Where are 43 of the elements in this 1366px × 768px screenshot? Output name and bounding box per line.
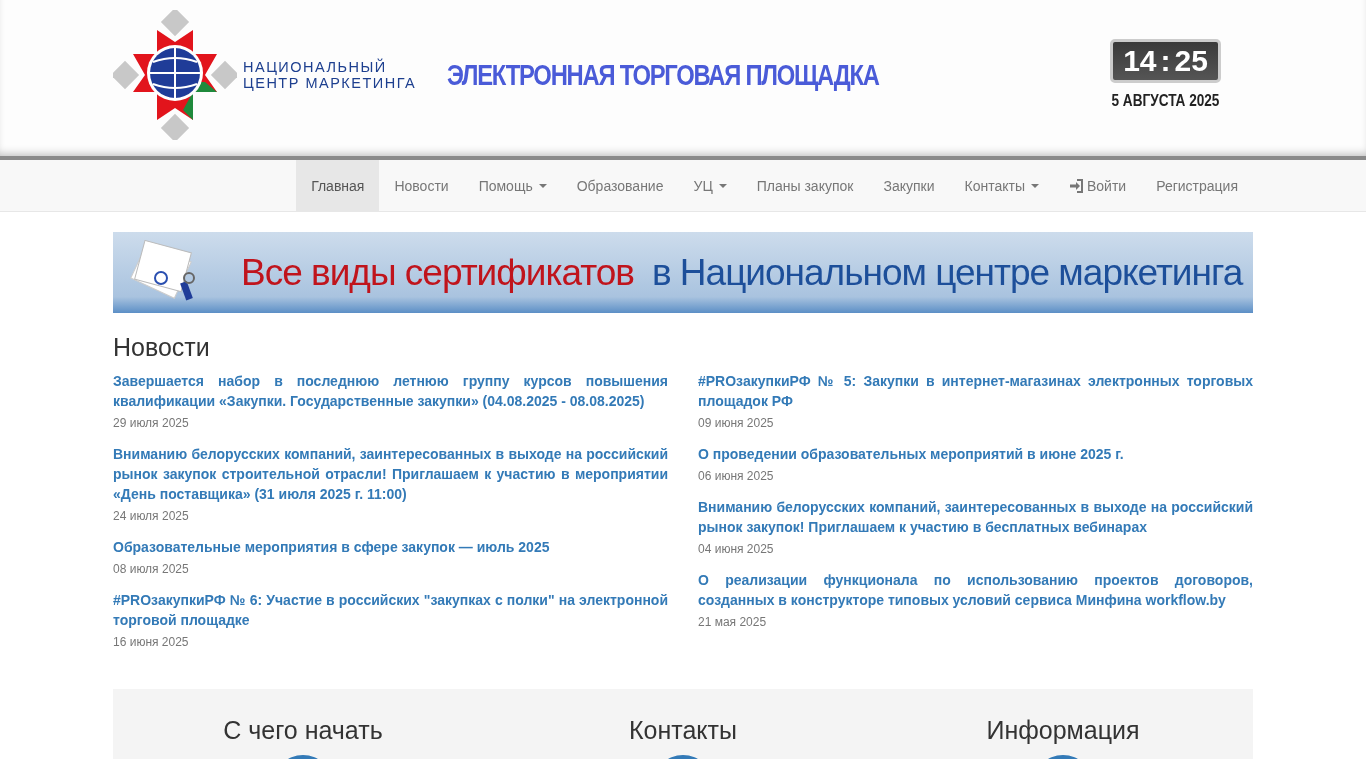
banner-text: Все виды сертификатов — [241, 251, 634, 294]
clock: 14:25 — [1110, 39, 1221, 83]
news-date: 08 июля 2025 — [113, 562, 190, 576]
nav-link[interactable]: Планы закупок — [741, 160, 869, 211]
news-date: 16 июня 2025 — [113, 635, 190, 649]
news-link[interactable]: #PROзакупкиРФ № 6: Участие в российских "закупках с полки" на электронной торговой площадке — [113, 590, 668, 630]
news-date: 09 июня 2025 — [698, 416, 775, 430]
news-link[interactable]: О реализации функционала по использованию проектов договоров, созданных в конструкторе типовых условий сервиса Минфина workflow.by — [698, 570, 1253, 610]
logo-text: ЦЕНТР МАРКЕТИНГА — [243, 75, 417, 91]
nav-link[interactable]: Контакты — [949, 160, 1054, 211]
date-text: 5 АВГУСТА 2025 — [1111, 91, 1220, 111]
nav-link[interactable]: Главная — [296, 160, 380, 211]
site-title: ЭЛЕКТРОННАЯ ТОРГОВАЯ ПЛОЩАДКА — [447, 58, 879, 92]
nav-link[interactable]: Новости — [379, 160, 464, 211]
news-date: 06 июня 2025 — [698, 469, 775, 483]
news-link[interactable]: Завершается набор в последнюю летнюю группу курсов повышения квалификации «Закупки. Государственные закупки» (04.08.2025 - 08.08.2025) — [113, 371, 668, 411]
nav-link[interactable]: Войти — [1053, 160, 1142, 211]
nav-link[interactable]: УЦ — [678, 160, 742, 211]
section-title: Информация — [986, 716, 1140, 745]
news-date: 24 июля 2025 — [113, 509, 190, 523]
news-link[interactable]: Вниманию белорусских компаний, заинтересованных в выходе на российский рынок закупок строительной отрасли! Приглашаем к участию в мероприятии «День поставщика» (31 июля 2025 г. 11:00) — [113, 444, 668, 504]
emblem-logo-icon — [113, 10, 237, 140]
news-date: 29 июля 2025 — [113, 416, 190, 430]
logo-text: НАЦИОНАЛЬНЫЙ — [243, 59, 388, 75]
news-link[interactable]: Вниманию белорусских компаний, заинтересованных в выходе на российский рынок закупок! Приглашаем к участию в бесплатных вебинарах — [698, 497, 1253, 537]
news-link[interactable]: #PROзакупкиРФ № 5: Закупки в интернет-магазинах электронных торговых площадок РФ — [698, 371, 1253, 411]
nav-link[interactable]: Закупки — [868, 160, 950, 211]
caret-icon — [1030, 183, 1039, 188]
nav-link[interactable]: Регистрация — [1141, 160, 1253, 211]
certificates-banner[interactable]: Все виды сертификатов в Национальном центре маркетинга — [113, 232, 1253, 313]
login-icon — [1068, 178, 1083, 193]
news-heading: Новости — [113, 333, 211, 362]
section-title: С чего начать — [223, 716, 383, 745]
news-date: 21 мая 2025 — [698, 615, 768, 629]
nav-link[interactable]: Образование — [561, 160, 679, 211]
banner-text: в Национальном центре маркетинга — [651, 251, 1243, 294]
news-link[interactable]: О проведении образовательных мероприятий в июне 2025 г. — [698, 444, 1253, 464]
news-link[interactable]: Образовательные мероприятия в сфере закупок — июль 2025 — [113, 537, 668, 557]
news-date: 04 июня 2025 — [698, 542, 775, 556]
caret-icon — [538, 183, 547, 188]
nav-link[interactable]: Помощь — [463, 160, 562, 211]
section-title: Контакты — [629, 716, 737, 745]
caret-icon — [718, 183, 727, 188]
